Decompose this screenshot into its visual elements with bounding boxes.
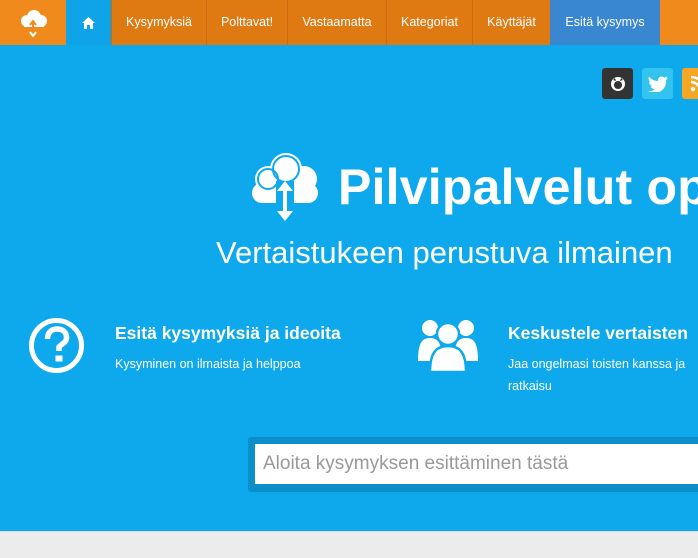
nav-item-users[interactable]: Käyttäjät xyxy=(472,0,550,45)
cloud-upload-icon xyxy=(252,153,318,221)
nav-home[interactable] xyxy=(66,0,111,45)
site-logo[interactable] xyxy=(0,0,66,45)
feature-discuss-text: Keskustele vertaisten Jaa ongelmasi tois… xyxy=(508,323,698,397)
twitter-icon xyxy=(647,75,668,92)
nav-item-categories[interactable]: Kategoriat xyxy=(386,0,472,45)
top-navbar: Kysymyksiä Polttavat! Vastaamatta Katego… xyxy=(0,0,698,45)
feature-ask-text: Esitä kysymyksiä ja ideoita Kysyminen on… xyxy=(115,323,395,375)
hero-title: Pilvipalvelut op xyxy=(248,151,698,223)
feature-description: Jaa ongelmasi toisten kanssa ja ratkaisu xyxy=(508,357,686,393)
nav-item-unanswered[interactable]: Vastaamatta xyxy=(287,0,386,45)
question-icon xyxy=(29,318,84,373)
rss-icon xyxy=(690,75,698,91)
feature-title: Keskustele vertaisten xyxy=(508,323,688,343)
social-links xyxy=(602,68,698,99)
github-button[interactable] xyxy=(602,68,633,99)
twitter-button[interactable] xyxy=(642,68,673,99)
github-icon xyxy=(610,76,625,91)
nav-menu: Kysymyksiä Polttavat! Vastaamatta Katego… xyxy=(111,0,550,45)
feature-description: Kysyminen on ilmaista ja helppoa xyxy=(115,357,301,371)
feature-title: Esitä kysymyksiä ja ideoita xyxy=(115,323,341,343)
rss-button[interactable] xyxy=(682,68,698,99)
ask-question-button[interactable]: Esitä kysymys xyxy=(550,0,660,45)
page-title: Pilvipalvelut op xyxy=(338,159,698,215)
home-icon xyxy=(82,16,95,29)
nav-item-questions[interactable]: Kysymyksiä xyxy=(111,0,206,45)
page-divider xyxy=(0,531,698,532)
nav-item-hot[interactable]: Polttavat! xyxy=(206,0,287,45)
users-icon xyxy=(418,320,478,373)
hero-section: Pilvipalvelut op Vertaistukeen perustuva… xyxy=(0,45,698,531)
cloud-logo-icon xyxy=(21,9,47,37)
page-subtitle: Vertaistukeen perustuva ilmainen xyxy=(216,235,673,270)
ask-question-input[interactable] xyxy=(255,444,698,484)
question-search-box xyxy=(248,437,698,492)
